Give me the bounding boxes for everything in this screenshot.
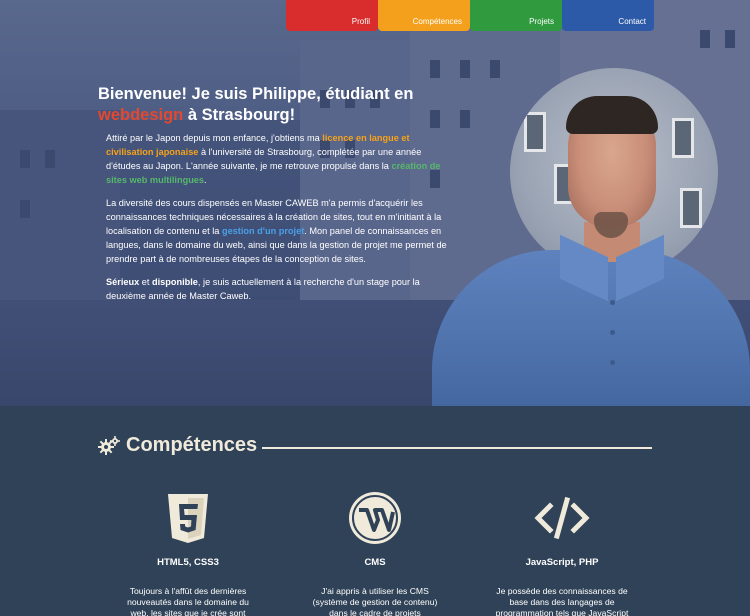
nav-item-label: Compétences [412, 17, 462, 26]
paragraph-text: Attiré par le Japon depuis mon enfance, … [106, 133, 323, 143]
skill-title: CMS [364, 557, 386, 568]
highlight-gestion: gestion d'un projet [221, 226, 305, 236]
intro-title: Bienvenue! Je suis Philippe, étudiant en… [98, 84, 428, 126]
window-decor [672, 118, 694, 158]
nav-item-label: Contact [618, 17, 646, 26]
code-icon [534, 496, 590, 540]
bold-word: Sérieux [106, 277, 140, 287]
nav-item-label: Profil [351, 17, 370, 26]
window-decor [680, 188, 702, 228]
competences-header: Compétences [98, 434, 257, 457]
paragraph-text: . [204, 175, 207, 185]
intro-title-highlight: webdesign [98, 106, 184, 124]
nav-item-projets[interactable]: Projets [470, 0, 562, 31]
wordpress-icon [349, 492, 401, 544]
skill-title: HTML5, CSS3 [157, 557, 219, 568]
html5-icon [168, 494, 208, 543]
skill-description: Toujours à l'affût des dernières nouveau… [127, 586, 249, 616]
nav-item-contact[interactable]: Contact [562, 0, 654, 31]
skill-card-cms: CMS J'ai appris à utiliser les CMS (syst… [290, 490, 460, 616]
competences-divider [262, 447, 652, 449]
competences-title: Compétences [126, 434, 258, 456]
intro-paragraph: Attiré par le Japon depuis mon enfance, … [106, 131, 456, 187]
skill-title: JavaScript, PHP [525, 557, 599, 568]
nav-item-label: Projets [529, 17, 554, 26]
skill-card-html: HTML5, CSS3 Toujours à l'affût des derni… [103, 490, 273, 616]
shirt-button [610, 360, 615, 365]
skill-description: J'ai appris à utiliser les CMS (système … [312, 586, 438, 616]
gears-icon [98, 435, 120, 455]
main-nav: Profil Compétences Projets Contact [286, 0, 654, 31]
nav-item-profil[interactable]: Profil [286, 0, 378, 31]
intro-title-text: à Strasbourg! [183, 106, 296, 124]
window-decor [524, 112, 546, 152]
intro-paragraph: Sérieux et disponible, je suis actuellem… [106, 275, 456, 303]
skill-card-js: JavaScript, PHP Je possède des connaissa… [477, 490, 647, 616]
intro-paragraph: La diversité des cours dispensés en Mast… [106, 196, 456, 266]
intro-title-text: Bienvenue! Je suis Philippe, étudiant en [98, 85, 414, 103]
profile-photo-hair [566, 96, 658, 134]
shirt-button [610, 300, 615, 305]
paragraph-text: et [139, 277, 152, 287]
skill-description: Je possède des connaissances de base dan… [495, 586, 629, 616]
nav-item-competences[interactable]: Compétences [378, 0, 470, 31]
bold-word: disponible [151, 277, 198, 287]
shirt-button [610, 330, 615, 335]
